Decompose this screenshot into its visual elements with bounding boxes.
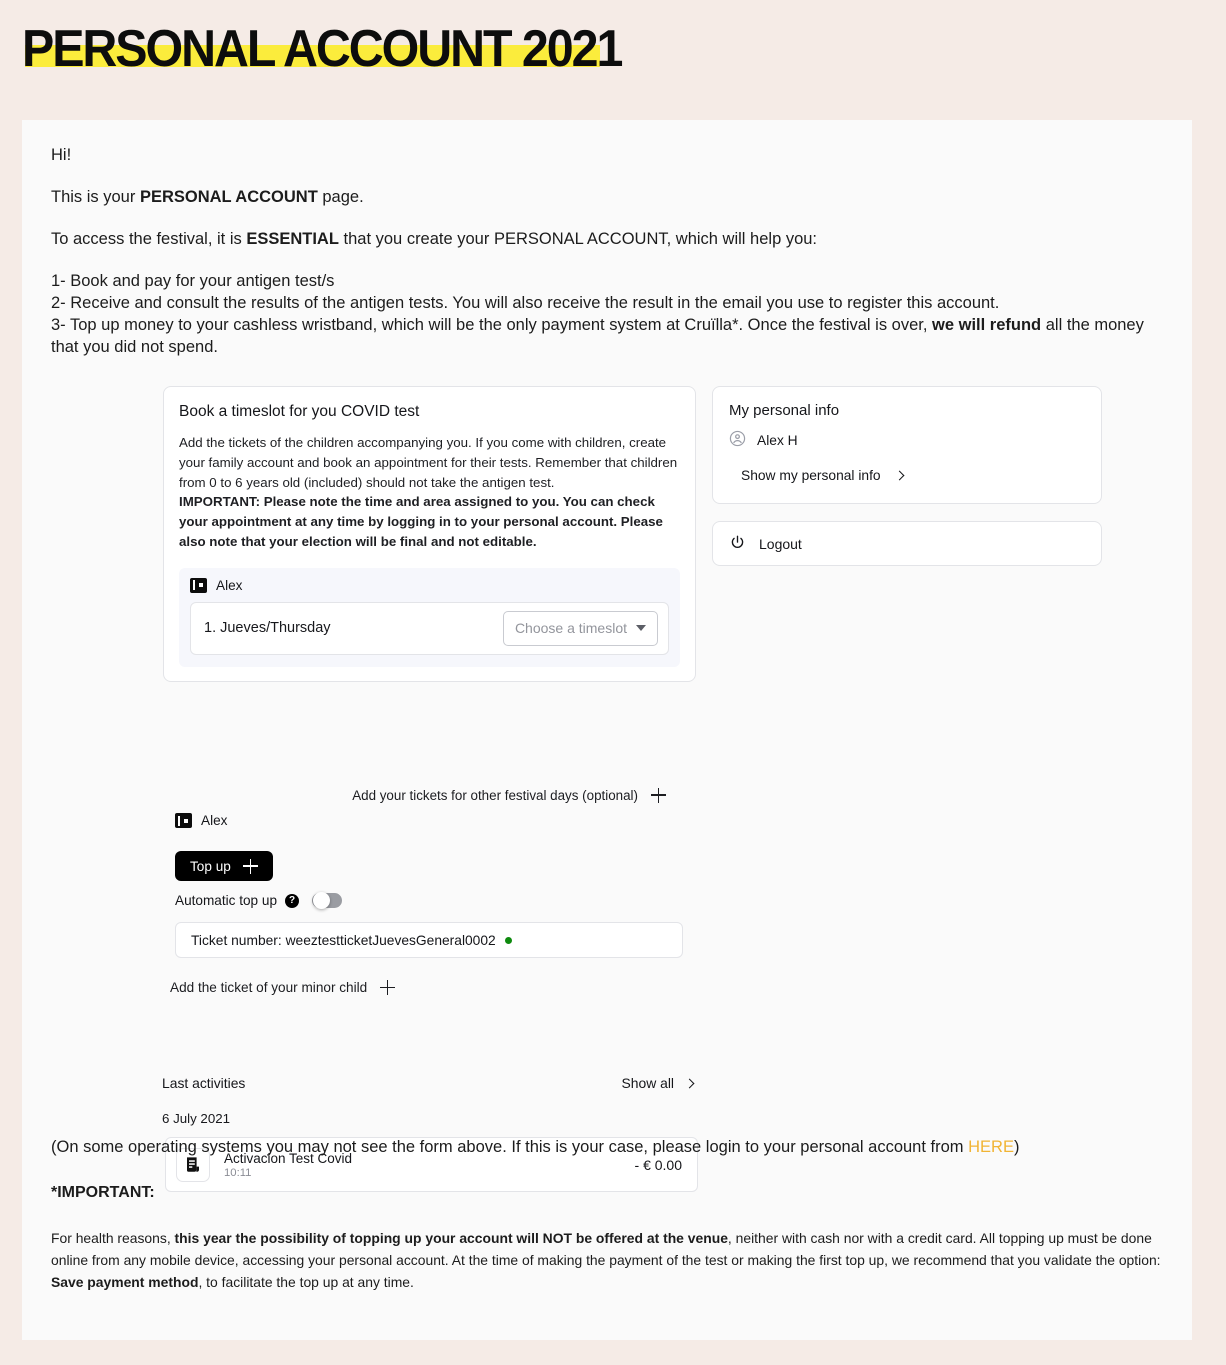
power-icon: [729, 534, 746, 554]
personal-info-user-name: Alex H: [757, 432, 798, 448]
top-up-button[interactable]: Top up: [175, 851, 273, 881]
personal-info-title: My personal info: [729, 402, 840, 419]
add-minor-child-ticket-button[interactable]: Add the ticket of your minor child: [170, 980, 396, 995]
booking-owner-row: Alex: [190, 577, 669, 593]
wallet-owner-name: Alex: [201, 813, 228, 828]
plus-icon: [380, 980, 396, 995]
footer-body-bold-2: Save payment method: [51, 1274, 199, 1290]
booking-description-text: Add the tickets of the children accompan…: [179, 435, 678, 490]
last-activities-header: Last activities Show all: [156, 1075, 703, 1091]
content-panel: Hi! This is your PERSONAL ACCOUNT page. …: [22, 120, 1192, 1340]
show-personal-info-label: Show my personal info: [741, 468, 881, 483]
page-title-wrap: PERSONAL ACCOUNT 2021: [22, 16, 666, 82]
intro-access-suffix: that you create your PERSONAL ACCOUNT, w…: [338, 230, 818, 248]
wallet-owner-row: Alex: [163, 813, 696, 828]
intro-access-bold: ESSENTIAL: [246, 230, 339, 248]
chevron-right-icon: [684, 1078, 695, 1088]
top-up-label: Top up: [190, 858, 231, 874]
plus-icon: [651, 787, 666, 803]
left-column: Book a timeslot for you COVID test Add t…: [163, 386, 696, 682]
here-link[interactable]: HERE: [968, 1138, 1014, 1156]
personal-info-user-row: Alex H: [729, 430, 1086, 450]
help-icon[interactable]: ?: [285, 893, 300, 908]
footer-note-prefix: (On some operating systems you may not s…: [51, 1138, 969, 1156]
booking-card-description: Add the tickets of the children accompan…: [179, 433, 680, 552]
last-activities-title: Last activities: [162, 1075, 246, 1091]
automatic-top-up-row: Automatic top up ?: [175, 892, 696, 909]
intro-item-3-prefix: 3- Top up money to your cashless wristba…: [51, 316, 933, 334]
intro-access-line: To access the festival, it is ESSENTIAL …: [51, 228, 1161, 250]
footer-note-suffix: ): [1013, 1138, 1020, 1156]
ticket-number-label: Ticket number: weeztestticketJuevesGener…: [191, 932, 496, 948]
show-all-button[interactable]: Show all: [621, 1075, 695, 1091]
plus-icon: [242, 858, 258, 874]
ticket-number-field[interactable]: Ticket number: weeztestticketJuevesGener…: [175, 922, 683, 958]
intro-access-prefix: To access the festival, it is: [51, 230, 247, 248]
intro-block: Hi! This is your PERSONAL ACCOUNT page. …: [51, 144, 1161, 358]
add-other-festival-days-label: Add your tickets for other festival days…: [352, 787, 638, 803]
chevron-right-icon: [894, 470, 905, 481]
footer-body-bold-1: this year the possibility of topping up …: [174, 1230, 728, 1246]
timeslot-day-label: 1. Jueves/Thursday: [204, 620, 331, 637]
footer-body-prefix: For health reasons,: [51, 1230, 175, 1246]
add-minor-child-label: Add the ticket of your minor child: [170, 980, 368, 995]
ticket-icon: [190, 577, 207, 593]
footer-body-suffix: , to facilitate the top up at any time.: [198, 1274, 414, 1290]
intro-item-3-bold: we will refund: [932, 316, 1042, 334]
footer-block: (On some operating systems you may not s…: [51, 1136, 1171, 1293]
wallet-block: Add your tickets for other festival days…: [163, 785, 696, 997]
footer-note: (On some operating systems you may not s…: [51, 1136, 1171, 1158]
account-circle-icon: [729, 430, 746, 450]
footer-body: For health reasons, this year the possib…: [51, 1227, 1171, 1293]
intro-item-3: 3- Top up money to your cashless wristba…: [51, 314, 1161, 358]
choose-timeslot-select[interactable]: Choose a timeslot: [502, 610, 658, 646]
footer-important-heading: *IMPORTANT:: [51, 1184, 155, 1201]
logout-button[interactable]: Logout: [712, 521, 1102, 566]
intro-personal-line: This is your PERSONAL ACCOUNT page.: [51, 186, 1161, 208]
activities-date: 6 July 2021: [162, 1111, 231, 1126]
automatic-top-up-label: Automatic top up: [175, 893, 278, 908]
show-personal-info-button[interactable]: Show my personal info: [741, 468, 905, 483]
personal-info-card: My personal info Alex H Show my personal…: [712, 386, 1102, 504]
ticket-icon: [175, 813, 192, 828]
intro-personal-bold: PERSONAL ACCOUNT: [139, 188, 318, 206]
intro-personal-suffix: page.: [317, 188, 364, 206]
booking-card-title: Book a timeslot for you COVID test: [179, 403, 420, 420]
right-column: My personal info Alex H Show my personal…: [712, 386, 1102, 566]
show-all-label: Show all: [621, 1075, 674, 1091]
intro-personal-prefix: This is your: [51, 188, 140, 206]
chevron-down-icon: [636, 625, 646, 632]
logout-label: Logout: [759, 535, 802, 552]
booking-important-text: IMPORTANT: Please note the time and area…: [179, 494, 663, 549]
booking-owner-name: Alex: [216, 577, 243, 593]
intro-greeting: Hi!: [51, 146, 72, 164]
intro-item-1: 1- Book and pay for your antigen test/s: [51, 272, 335, 290]
status-dot-icon: [504, 936, 512, 944]
timeslot-group: Alex 1. Jueves/Thursday Choose a timeslo…: [179, 567, 680, 667]
page-header: PERSONAL ACCOUNT 2021: [0, 0, 1226, 118]
page-title: PERSONAL ACCOUNT 2021: [22, 20, 623, 78]
timeslot-row: 1. Jueves/Thursday Choose a timeslot: [190, 601, 669, 655]
automatic-top-up-toggle[interactable]: [312, 892, 343, 909]
booking-card: Book a timeslot for you COVID test Add t…: [163, 386, 696, 682]
add-other-festival-days-button[interactable]: Add your tickets for other festival days…: [163, 785, 696, 805]
intro-item-2: 2- Receive and consult the results of th…: [51, 294, 1000, 312]
choose-timeslot-placeholder: Choose a timeslot: [514, 620, 627, 637]
